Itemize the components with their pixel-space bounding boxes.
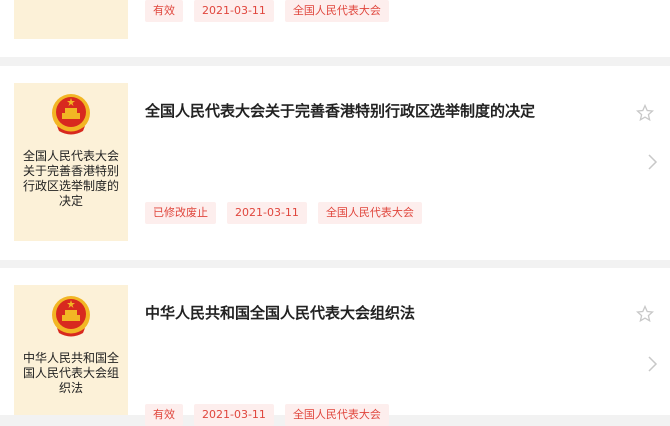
law-card[interactable]: 中华人民共和国全国人民代表大会组织法 中华人民共和国全国人民代表大会组织法 有效…: [0, 268, 670, 426]
agency-tag: 全国人民代表大会: [317, 202, 422, 224]
date-tag: 2021-03-11: [194, 404, 274, 426]
law-title[interactable]: 中华人民共和国全国人民代表大会组织法: [145, 302, 605, 324]
star-outline-icon[interactable]: [636, 305, 654, 323]
law-title[interactable]: 全国人民代表大会关于完善香港特别行政区选举制度的决定: [145, 100, 605, 122]
law-card[interactable]: 全国人民代表大会关于完善香港特别行政区选举制度的决定 全国人民代表大会关于完善香…: [0, 66, 670, 260]
status-tag: 有效: [145, 0, 183, 22]
law-thumbnail: 中华人民共和国全国人民代表大会组织法: [14, 285, 128, 415]
national-emblem-icon: [52, 94, 90, 135]
date-tag: 2021-03-11: [194, 0, 274, 22]
chevron-right-icon[interactable]: [646, 355, 658, 373]
star-outline-icon[interactable]: [636, 104, 654, 122]
agency-tag: 全国人民代表大会: [284, 0, 389, 22]
agency-tag: 全国人民代表大会: [284, 404, 389, 426]
status-tag: 已修改废止: [145, 202, 216, 224]
law-tags: 有效 2021-03-11 全国人民代表大会: [145, 404, 400, 426]
law-thumbnail: 全国人民代表大会关于完善香港特别行政区选举制度的决定: [14, 83, 128, 241]
status-tag: 有效: [145, 404, 183, 426]
chevron-right-icon[interactable]: [646, 153, 658, 171]
law-tags: 有效 2021-03-11 全国人民代表大会: [145, 0, 400, 22]
date-tag: 2021-03-11: [227, 202, 307, 224]
national-emblem-icon: [52, 296, 90, 337]
thumbnail-caption: 全国人民代表大会关于完善香港特别行政区选举制度的决定: [22, 149, 119, 208]
thumbnail-caption: 中华人民共和国全国人民代表大会组织法: [22, 351, 119, 395]
law-tags: 已修改废止 2021-03-11 全国人民代表大会: [145, 202, 433, 224]
law-card[interactable]: 有效 2021-03-11 全国人民代表大会: [0, 0, 670, 57]
law-thumbnail: [14, 0, 128, 39]
